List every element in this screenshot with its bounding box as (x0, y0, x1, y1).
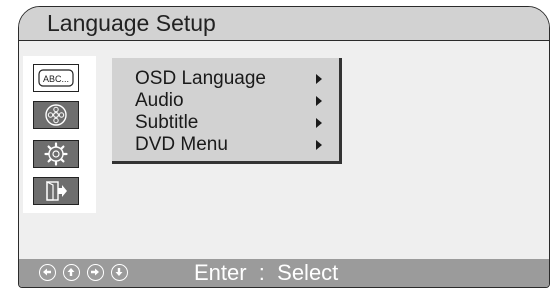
language-submenu: OSD Language Audio Subtitle DVD Menu (112, 58, 342, 164)
menu-item-subtitle[interactable]: Subtitle (135, 112, 335, 134)
title-bar: Language Setup (19, 7, 549, 41)
right-arrow-key-icon (87, 264, 104, 281)
menu-item-label: OSD Language (135, 68, 266, 89)
menu-item-dvd-menu[interactable]: DVD Menu (135, 134, 335, 156)
chevron-right-icon (316, 118, 322, 128)
chevron-right-icon (316, 140, 322, 150)
abc-language-icon: ABC... (38, 69, 74, 87)
menu-item-osd-language[interactable]: OSD Language (135, 68, 335, 90)
footer-hint-bar: Enter : Select (19, 259, 549, 287)
footer-hint-text: Enter : Select (194, 260, 339, 285)
down-arrow-key-icon (111, 264, 128, 281)
menu-item-label: Subtitle (135, 112, 199, 133)
exit-icon (46, 181, 67, 201)
menu-item-audio[interactable]: Audio (135, 90, 335, 112)
svg-text:ABC...: ABC... (43, 74, 69, 84)
menu-item-label: DVD Menu (135, 134, 228, 155)
left-arrow-key-icon (39, 264, 56, 281)
chevron-right-icon (316, 74, 322, 84)
chevron-right-icon (316, 96, 322, 106)
up-arrow-key-icon (63, 264, 80, 281)
osd-window: Language Setup ABC... OSD Language Audio… (18, 6, 550, 288)
sidebar-item-settings[interactable] (33, 140, 79, 168)
menu-item-label: Audio (135, 90, 184, 111)
page-title: Language Setup (47, 10, 216, 36)
sidebar-item-audio[interactable] (33, 101, 79, 129)
disc-icon (45, 104, 67, 126)
gear-icon (44, 142, 68, 166)
sidebar-item-language[interactable]: ABC... (33, 64, 79, 92)
icon-sidebar: ABC... (23, 56, 96, 213)
sidebar-item-exit[interactable] (33, 177, 79, 205)
